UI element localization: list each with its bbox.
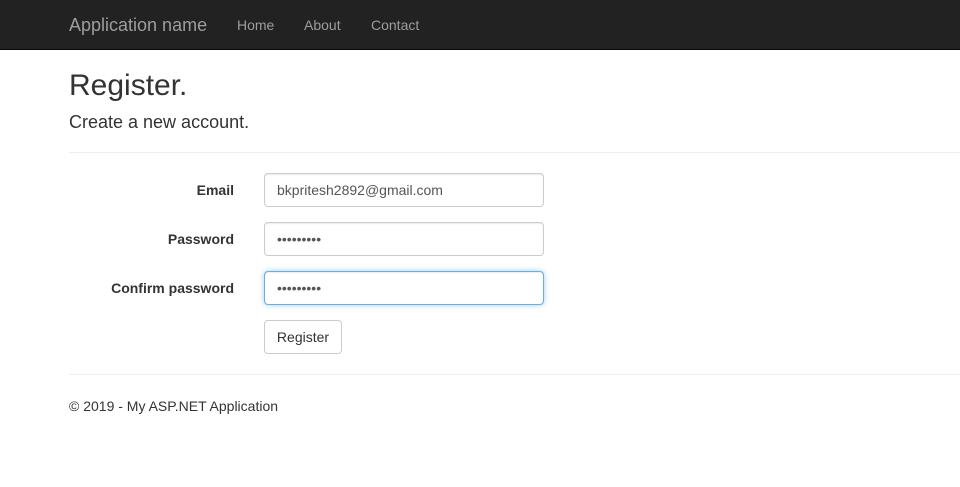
password-field[interactable]	[264, 222, 544, 256]
form-top-divider	[69, 152, 960, 153]
register-button[interactable]: Register	[264, 320, 342, 354]
brand-link[interactable]: Application name	[69, 14, 207, 36]
email-label: Email	[196, 182, 234, 198]
nav-link-home[interactable]: Home	[237, 16, 274, 34]
footer-divider	[69, 374, 960, 375]
nav-link-about[interactable]: About	[304, 16, 341, 34]
email-field[interactable]	[264, 173, 544, 207]
page-subtitle: Create a new account.	[69, 112, 250, 132]
top-navbar: Application name Home About Contact	[0, 0, 960, 50]
password-label: Password	[167, 231, 234, 247]
nav-link-contact[interactable]: Contact	[371, 16, 419, 34]
footer-copyright: © 2019 - My ASP.NET Application	[69, 398, 279, 414]
page-title: Register.	[69, 69, 188, 102]
confirm-password-field[interactable]	[264, 271, 544, 305]
confirm-password-label: Confirm password	[111, 280, 234, 296]
